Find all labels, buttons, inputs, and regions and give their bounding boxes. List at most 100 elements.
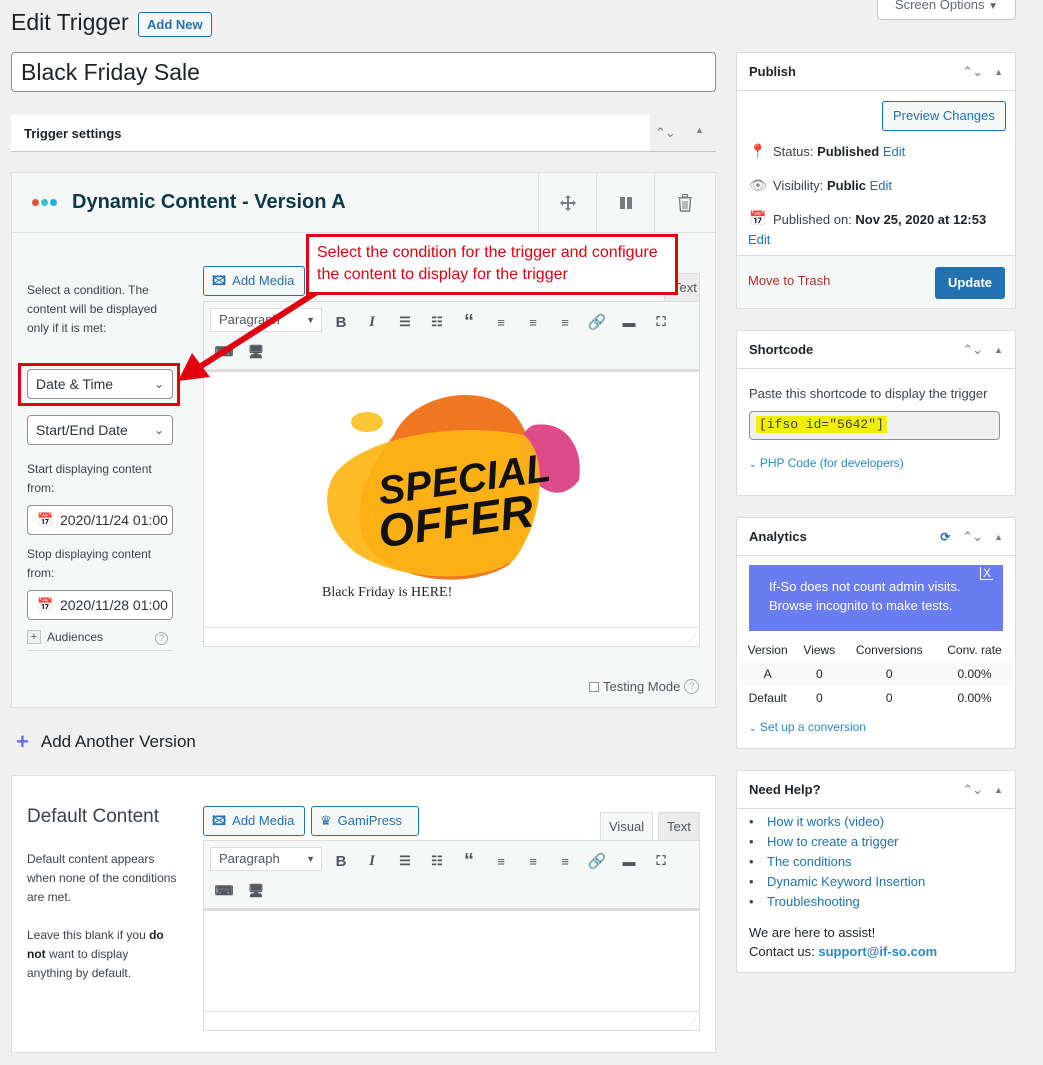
align-left-icon[interactable]: ≡	[491, 312, 511, 332]
testing-mode-checkbox[interactable]	[589, 682, 599, 692]
help-icon[interactable]: ?	[155, 632, 168, 645]
toggle-icon[interactable]: ▲	[695, 125, 704, 135]
move-to-trash-link[interactable]: Move to Trash	[748, 273, 830, 288]
move-up-down-icon[interactable]: ⌃⌄	[962, 782, 982, 798]
list-item: How it works (video)	[749, 814, 925, 834]
fullscreen-icon[interactable]: ⛶	[651, 312, 671, 332]
add-media-button[interactable]: 🖾 Add Media	[203, 806, 305, 836]
resize-handle-icon[interactable]: ⋰	[688, 634, 696, 643]
resize-handle-icon[interactable]: ⋰	[688, 1018, 696, 1027]
align-right-icon[interactable]: ≡	[555, 312, 575, 332]
default-desc-2: Leave this blank if you do not want to d…	[27, 926, 177, 983]
gamipress-button[interactable]: ♛ GamiPress	[311, 806, 419, 836]
blockquote-icon[interactable]: “	[459, 312, 479, 332]
link-icon[interactable]: 🔗	[587, 312, 607, 332]
tab-visual[interactable]: Visual	[600, 812, 653, 840]
post-title-input[interactable]: Black Friday Sale	[11, 52, 716, 92]
update-button[interactable]: Update	[935, 267, 1005, 299]
edit-status-link[interactable]: Edit	[883, 144, 905, 159]
status-bar-divider	[204, 1011, 699, 1012]
drag-button[interactable]	[538, 173, 596, 232]
setup-conversion-link[interactable]: Set up a conversion	[760, 720, 866, 734]
php-code-toggle[interactable]: ⌄ PHP Code (for developers)	[749, 456, 904, 470]
start-date-input[interactable]: 📅 2020/11/24 01:00	[27, 505, 173, 535]
numbered-list-icon[interactable]: ☷	[427, 312, 447, 332]
pause-icon	[619, 196, 633, 210]
blockquote-icon[interactable]: “	[459, 851, 479, 871]
bold-icon[interactable]: B	[331, 312, 351, 332]
stop-date-input[interactable]: 📅 2020/11/28 01:00	[27, 590, 173, 620]
list-item: Dynamic Keyword Insertion	[749, 874, 925, 894]
help-link[interactable]: Dynamic Keyword Insertion	[767, 874, 925, 889]
shape-small	[351, 412, 383, 432]
toggle-icon[interactable]: ▲	[994, 532, 1003, 542]
close-icon[interactable]: X	[980, 567, 993, 580]
fullscreen-icon[interactable]: ⛶	[651, 851, 671, 871]
italic-icon[interactable]: I	[362, 312, 382, 332]
align-left-icon[interactable]: ≡	[491, 851, 511, 871]
move-up-down-icon[interactable]: ⌃⌄	[962, 342, 982, 358]
format-select[interactable]: Paragraph▼	[210, 847, 322, 871]
toggle-icon[interactable]: ▲	[994, 345, 1003, 355]
setup-conversion-toggle[interactable]: ⌄ Set up a conversion	[749, 720, 866, 734]
move-icon	[559, 194, 577, 212]
toggle-icon[interactable]: ▲	[994, 67, 1003, 77]
move-up-down-icon[interactable]: ⌃⌄	[962, 529, 982, 545]
help-icon[interactable]: ?	[684, 679, 699, 694]
help-link[interactable]: Troubleshooting	[767, 894, 860, 909]
italic-icon[interactable]: I	[362, 851, 382, 871]
calendar-icon: 📅	[37, 591, 53, 619]
table-row: A000.00%	[739, 662, 1013, 686]
bullet-list-icon[interactable]: ☰	[395, 851, 415, 871]
subcondition-select-value: Start/End Date	[36, 422, 128, 438]
numbered-list-icon[interactable]: ☷	[427, 851, 447, 871]
start-date-value: 2020/11/24 01:00	[60, 512, 168, 528]
tab-text[interactable]: Text	[658, 812, 700, 840]
desc-text: Leave this blank if you	[27, 928, 149, 942]
subcondition-select[interactable]: Start/End Date ⌄	[27, 415, 173, 445]
table-cell: 0	[796, 662, 842, 686]
preview-changes-button[interactable]: Preview Changes	[882, 101, 1006, 131]
align-right-icon[interactable]: ≡	[555, 851, 575, 871]
align-center-icon[interactable]: ≡	[523, 851, 543, 871]
preview-icon[interactable]: 🖥	[246, 881, 266, 901]
bullet-list-icon[interactable]: ☰	[395, 312, 415, 332]
shortcode-field[interactable]: [ifso id="5642"]	[749, 411, 1000, 440]
audiences-toggle[interactable]: + Audiences ?	[27, 629, 173, 651]
status-row: Status: Published Edit	[773, 144, 905, 159]
toolbar-toggle-icon[interactable]: ⌨	[214, 881, 234, 901]
toggle-icon[interactable]: ▲	[994, 785, 1003, 795]
read-more-icon[interactable]: ▬	[619, 312, 639, 332]
contact-email-link[interactable]: support@if-so.com	[818, 944, 937, 959]
add-another-version-button[interactable]: + Add Another Version	[16, 729, 196, 755]
edit-date-link[interactable]: Edit	[748, 232, 770, 247]
list-item: The conditions	[749, 854, 925, 874]
add-new-button[interactable]: Add New	[138, 12, 212, 37]
annotation-callout: Select the condition for the trigger and…	[306, 234, 678, 295]
move-up-down-icon[interactable]: ⌃⌄	[655, 125, 675, 141]
caret-down-icon: ▼	[306, 848, 315, 870]
read-more-icon[interactable]: ▬	[619, 851, 639, 871]
default-content-description: Default content appears when none of the…	[27, 850, 177, 983]
move-up-down-icon[interactable]: ⌃⌄	[962, 64, 982, 80]
refresh-icon[interactable]: ⟳	[940, 530, 950, 544]
annotation-arrow	[170, 285, 330, 395]
screen-options-button[interactable]: Screen Options ▼	[877, 0, 1016, 20]
pin-icon: 📍	[749, 143, 766, 160]
list-item: Troubleshooting	[749, 894, 925, 914]
align-center-icon[interactable]: ≡	[523, 312, 543, 332]
box-handles: ⌃⌄ ▲	[650, 115, 716, 151]
help-link[interactable]: How to create a trigger	[767, 834, 899, 849]
testing-mode[interactable]: Testing Mode ?	[589, 679, 699, 694]
link-icon[interactable]: 🔗	[587, 851, 607, 871]
table-cell: 0	[842, 662, 936, 686]
help-link[interactable]: The conditions	[767, 854, 852, 869]
bold-icon[interactable]: B	[331, 851, 351, 871]
publish-title: Publish	[749, 64, 796, 79]
plus-icon[interactable]: +	[27, 630, 41, 644]
edit-visibility-link[interactable]: Edit	[870, 178, 892, 193]
delete-button[interactable]	[654, 173, 715, 232]
php-code-link[interactable]: PHP Code (for developers)	[760, 456, 904, 470]
help-link[interactable]: How it works (video)	[767, 814, 884, 829]
pause-button[interactable]	[596, 173, 654, 232]
